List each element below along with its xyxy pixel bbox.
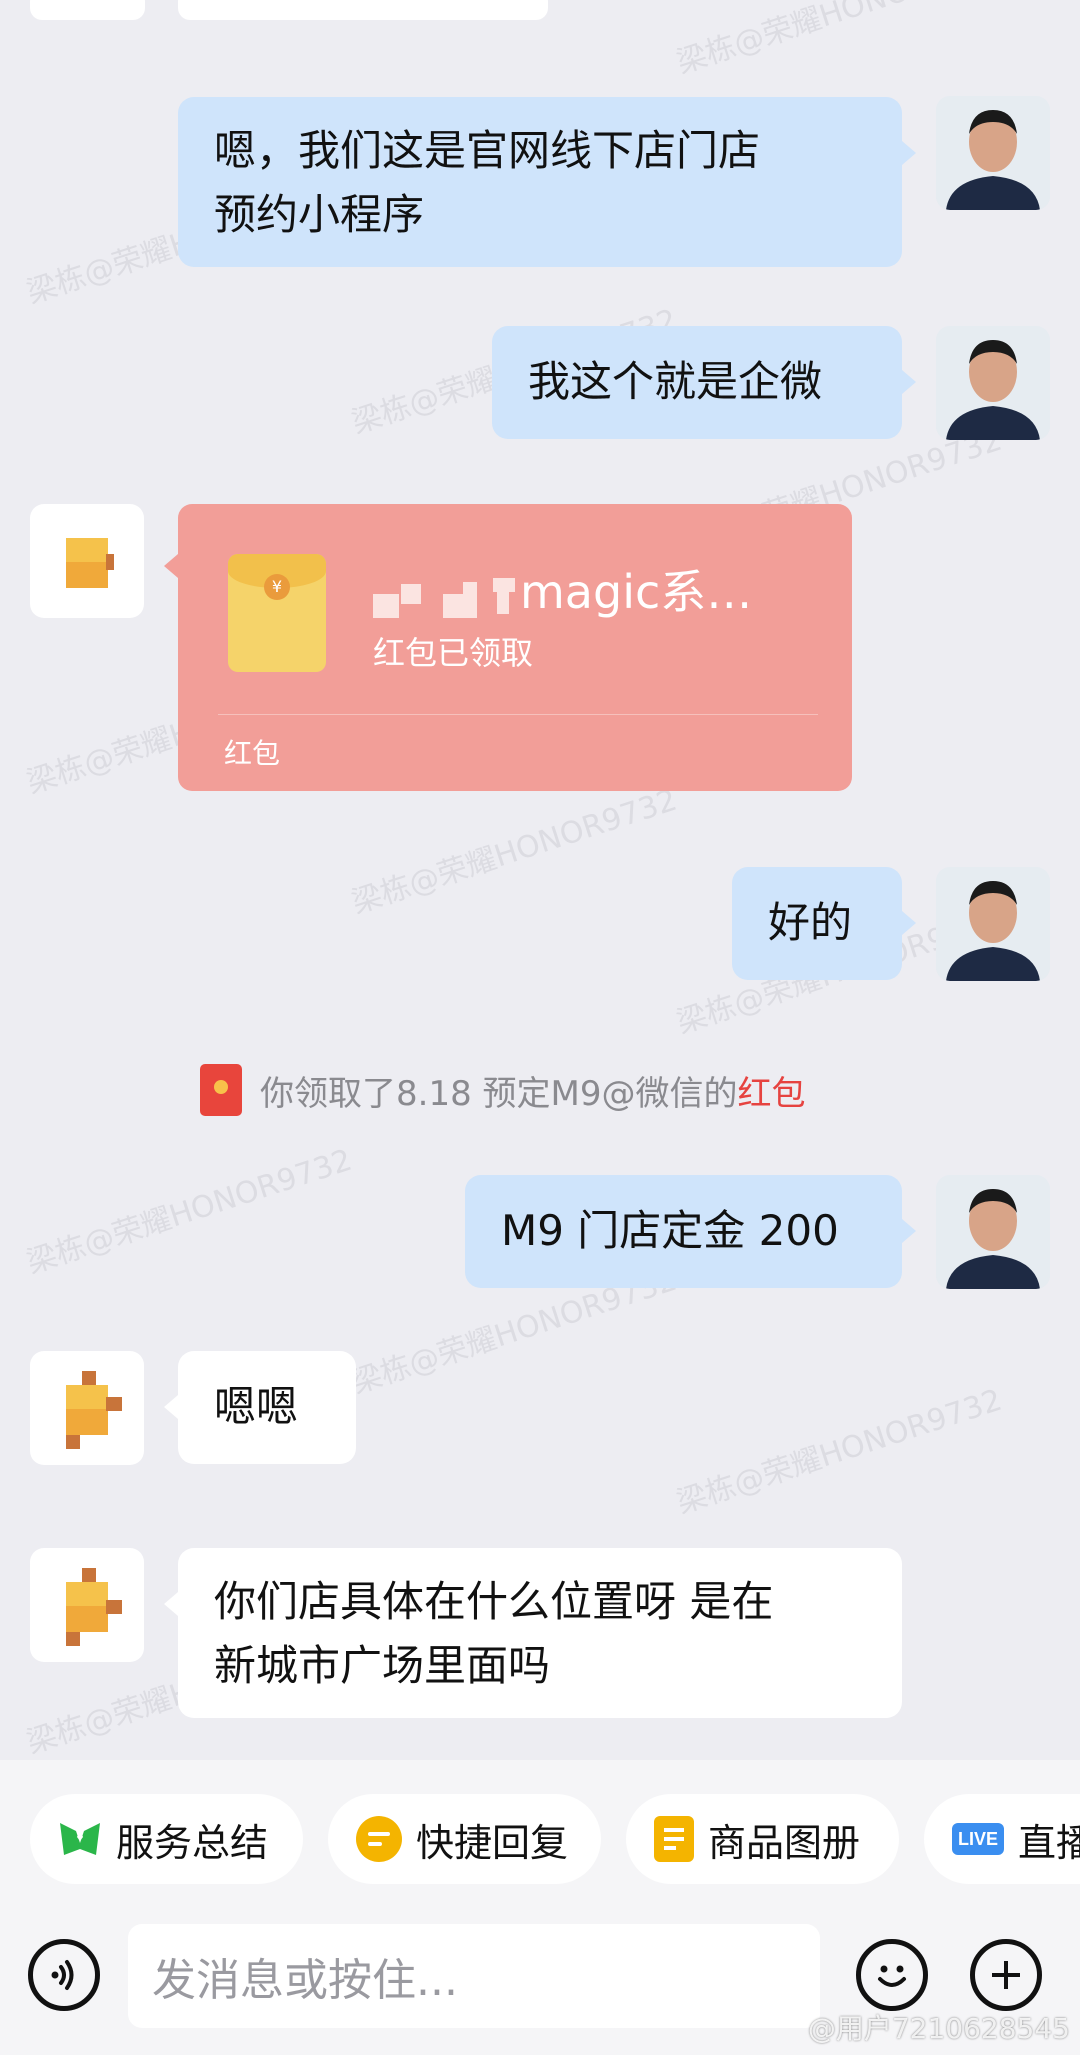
message-bubble[interactable]: M9 门店定金 200	[465, 1175, 916, 1288]
red-packet-icon: ¥	[228, 554, 326, 672]
message-text: 好的	[768, 898, 853, 947]
live-icon: LIVE	[952, 1823, 1004, 1855]
red-packet-footer: 红包	[224, 737, 281, 770]
watermark: 梁栋@荣耀HONOR9732	[672, 1382, 1007, 1521]
message-bubble[interactable]: 好的	[732, 867, 916, 980]
message-text: 嗯嗯	[214, 1382, 299, 1431]
watermark: 梁栋@荣耀HONOR9732	[347, 782, 682, 921]
service-summary-icon	[58, 1819, 102, 1859]
red-packet-card[interactable]: ¥ magic系… 红包已领取 红包	[164, 504, 852, 791]
quick-action-product-catalog[interactable]: 商品图册	[626, 1794, 899, 1884]
avatar[interactable]	[936, 1175, 1050, 1289]
avatar[interactable]	[30, 504, 144, 618]
avatar[interactable]	[936, 96, 1050, 210]
divider	[218, 714, 818, 715]
quick-action-label: 直播	[1018, 1820, 1080, 1865]
voice-toggle-button[interactable]	[28, 1939, 100, 2011]
message-text: 新城市广场里面吗	[214, 1641, 551, 1690]
quick-action-live[interactable]: LIVE 直播	[924, 1794, 1080, 1884]
watermark: 梁栋@荣耀HONOR9732	[672, 0, 1007, 81]
message-text: 预约小程序	[214, 190, 425, 239]
message-bubble[interactable]: 嗯嗯	[164, 1351, 356, 1464]
watermark: 梁栋@荣耀HONOR9732	[22, 1142, 357, 1281]
red-packet-title: magic系…	[520, 565, 753, 619]
emoji-button[interactable]	[856, 1939, 928, 2011]
message-text: 我这个就是企微	[528, 357, 823, 406]
quick-action-quick-reply[interactable]: 快捷回复	[328, 1794, 601, 1884]
partial-bubble	[178, 0, 548, 20]
quick-action-service-summary[interactable]: 服务总结	[30, 1794, 303, 1884]
avatar[interactable]	[936, 867, 1050, 981]
quick-action-label: 商品图册	[708, 1820, 861, 1865]
message-input-placeholder: 发消息或按住...	[152, 1955, 458, 2006]
system-notice: 你领取了8.18 预定M9@微信的 红包	[200, 1062, 805, 1118]
smiley-icon	[878, 1965, 906, 1987]
red-packet-status: 红包已领取	[373, 634, 534, 672]
message-text: 嗯，我们这是官网线下店门店	[214, 126, 761, 175]
message-bubble[interactable]: 你们店具体在什么位置呀 是在 新城市广场里面吗	[164, 1548, 902, 1718]
partial-bubble	[30, 0, 145, 20]
credit-watermark: @用户7210628545	[807, 2012, 1070, 2045]
product-catalog-icon	[654, 1816, 694, 1862]
quick-action-label: 服务总结	[116, 1820, 269, 1865]
avatar[interactable]	[30, 1351, 144, 1465]
plus-icon	[992, 1961, 1020, 1989]
avatar[interactable]	[30, 1548, 144, 1662]
message-input[interactable]: 发消息或按住...	[128, 1924, 820, 2028]
quick-reply-icon	[356, 1816, 402, 1862]
message-bubble[interactable]: 我这个就是企微	[492, 326, 916, 439]
pixelated-name	[373, 574, 515, 620]
message-text: 你们店具体在什么位置呀 是在	[214, 1577, 774, 1626]
voice-icon	[51, 1960, 74, 1990]
message-bubble[interactable]: 嗯，我们这是官网线下店门店 预约小程序	[178, 97, 916, 267]
red-envelope-icon	[200, 1064, 242, 1116]
red-packet-link[interactable]: 红包	[737, 1066, 805, 1115]
message-text: M9 门店定金 200	[501, 1206, 839, 1255]
system-notice-text: 你领取了8.18 预定M9@微信的	[260, 1073, 738, 1114]
avatar[interactable]	[936, 326, 1050, 440]
quick-action-label: 快捷回复	[416, 1820, 569, 1865]
more-actions-button[interactable]	[970, 1939, 1042, 2011]
